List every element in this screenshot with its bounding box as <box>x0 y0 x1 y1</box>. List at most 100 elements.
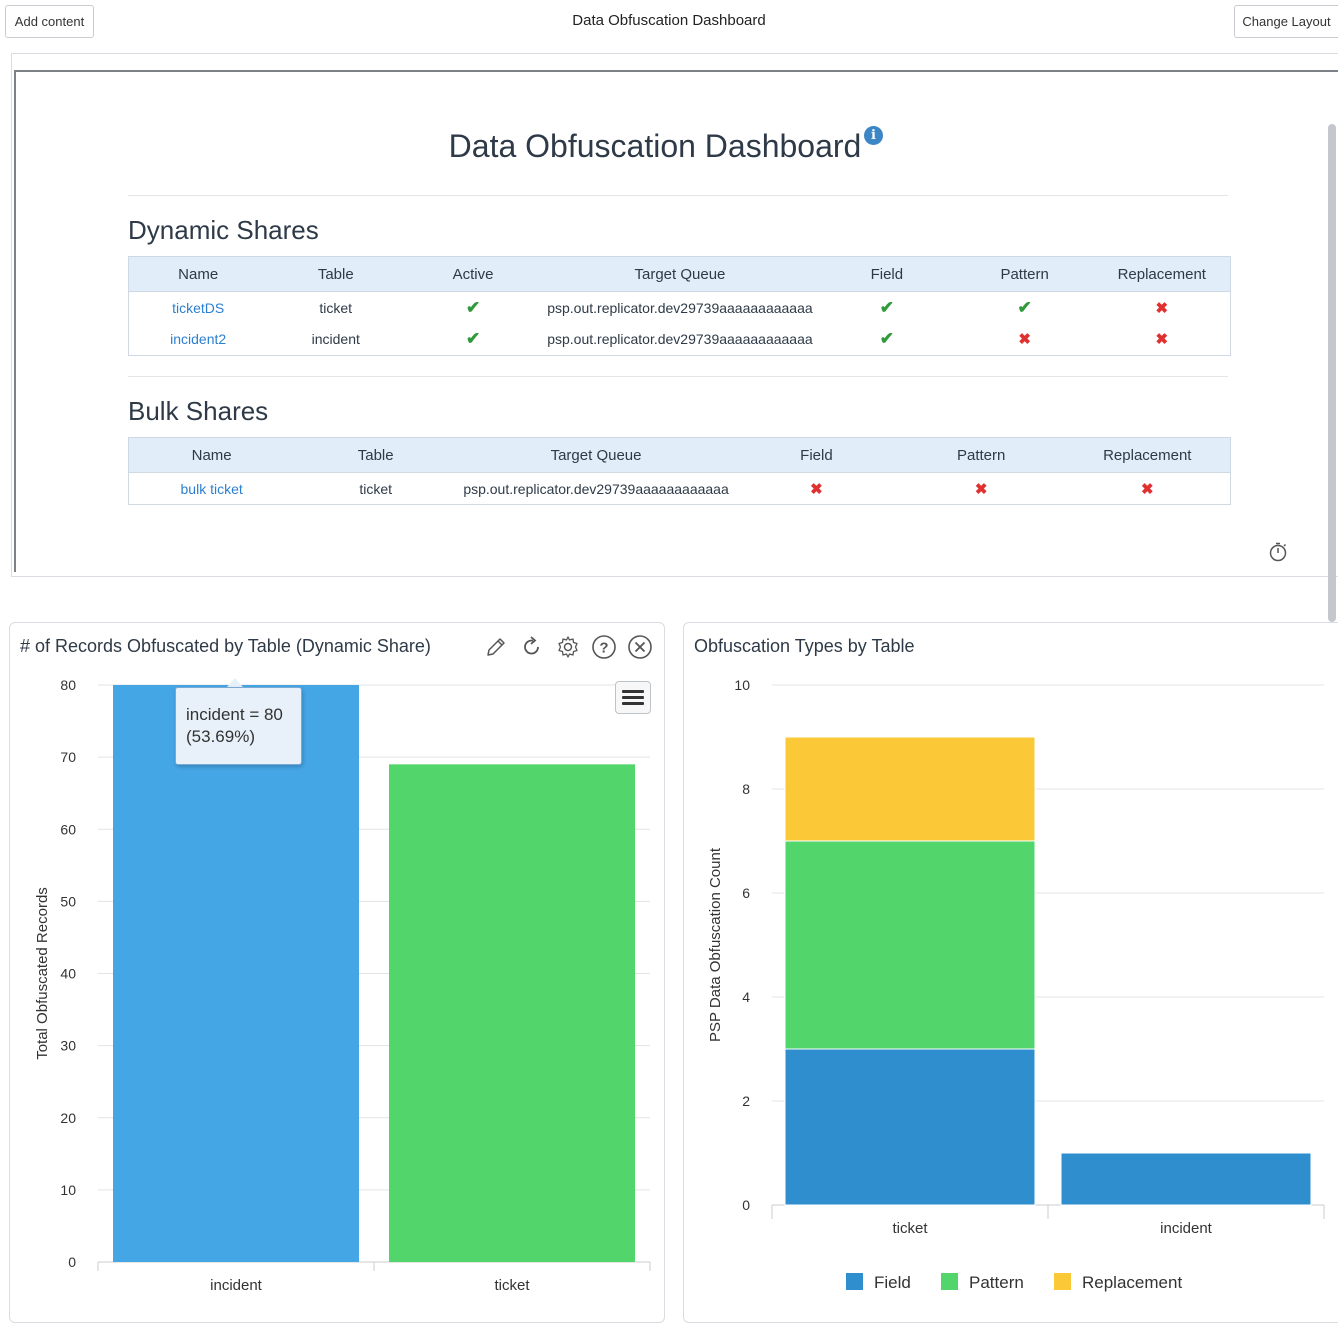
y-axis-label: PSP Data Obfuscation Count <box>707 847 724 1042</box>
table-row: bulk ticket ticket psp.out.replicator.dev2… <box>129 473 1231 505</box>
dynamic-shares-heading: Dynamic Shares <box>128 215 319 245</box>
col-header-field[interactable]: Field <box>817 256 956 292</box>
field-cell: ✖ <box>735 473 898 505</box>
change-layout-button[interactable]: Change Layout <box>1234 5 1338 38</box>
target-queue-cell: psp.out.replicator.dev29739aaaaaaaaaaaa <box>547 299 813 316</box>
tooltip-percent: (53.69%) <box>186 727 255 746</box>
check-icon: ✔ <box>465 297 481 317</box>
y-tick-label: 10 <box>734 677 750 693</box>
active-cell: ✔ <box>404 292 542 324</box>
col-header-table[interactable]: Table <box>294 437 458 473</box>
records-bar-chart: 0 10 20 30 40 50 60 70 80 incident ticket Total Obf… <box>34 677 651 1294</box>
field-cell: ✔ <box>818 292 956 324</box>
table-cell: ticket <box>319 299 353 316</box>
bar-segment-pattern <box>784 840 1036 1050</box>
chart-tooltip: incident = 80 (53.69%) <box>175 687 302 765</box>
divider <box>128 376 1228 377</box>
obfuscation-types-stacked-chart: 0 2 4 6 8 10 ticket incident PSP Data Obfuscatio… <box>707 677 1325 1292</box>
cross-icon: ✖ <box>1141 480 1154 498</box>
replacement-cell: ✖ <box>1094 324 1231 356</box>
col-header-name[interactable]: Name <box>128 437 295 473</box>
legend-swatch-pattern <box>941 1273 958 1290</box>
target-queue-cell: psp.out.replicator.dev29739aaaaaaaaaaaa <box>547 331 813 348</box>
obfuscation-types-panel: 0 2 4 6 8 10 ticket incident PSP Data Obfuscatio… <box>683 622 1338 1323</box>
field-cell: ✔ <box>818 324 956 356</box>
pattern-cell: ✖ <box>956 324 1094 356</box>
stopwatch-icon[interactable] <box>1267 541 1289 568</box>
gear-icon[interactable] <box>554 633 582 661</box>
dashboard-heading: Data Obfuscation Dashboard <box>448 128 862 164</box>
pattern-cell: ✖ <box>898 473 1065 505</box>
cross-icon: ✖ <box>810 480 823 498</box>
cross-icon: ✖ <box>1155 331 1169 349</box>
table-row: ticketDS ticket ✔ psp.out.replicator.dev297… <box>129 292 1231 324</box>
refresh-icon[interactable] <box>518 633 546 661</box>
table-cell: incident <box>311 331 360 348</box>
col-header-target-queue[interactable]: Target Queue <box>541 256 818 292</box>
bar-segment-field <box>784 1048 1036 1206</box>
legend-label: Field <box>874 1273 911 1292</box>
check-icon: ✔ <box>879 297 894 317</box>
x-tick-label: ticket <box>892 1220 928 1237</box>
col-header-active[interactable]: Active <box>404 256 542 292</box>
dynamic-shares-table: Name Table Active Target Queue Field Pat… <box>128 256 1231 356</box>
col-header-replacement[interactable]: Replacement <box>1093 256 1231 292</box>
bulk-shares-table: Name Table Target Queue Field Pattern Re… <box>128 437 1231 505</box>
close-icon[interactable] <box>626 633 654 661</box>
col-header-target-queue[interactable]: Target Queue <box>457 437 736 473</box>
svg-text:?: ? <box>599 640 608 657</box>
x-tick-label: incident <box>1160 1220 1213 1237</box>
y-tick-label: 80 <box>60 677 76 693</box>
help-icon[interactable]: ? <box>590 633 618 661</box>
bar-segment-field <box>1060 1152 1312 1206</box>
y-tick-label: 70 <box>60 749 76 765</box>
pattern-cell: ✔ <box>956 292 1094 324</box>
col-header-field[interactable]: Field <box>735 437 898 473</box>
edit-icon[interactable] <box>482 633 510 661</box>
cross-icon: ✖ <box>974 480 988 498</box>
y-tick-label: 30 <box>60 1038 76 1054</box>
chart-menu-button[interactable] <box>615 681 651 714</box>
vertical-scrollbar[interactable] <box>1328 124 1336 622</box>
bar-segment-replacement <box>784 736 1036 842</box>
legend-label: Pattern <box>969 1273 1024 1292</box>
tooltip-value: incident = 80 <box>186 705 283 724</box>
col-header-name[interactable]: Name <box>128 256 268 292</box>
panel-title: # of Records Obfuscated by Table (Dynami… <box>20 636 431 656</box>
bulk-shares-heading: Bulk Shares <box>128 396 269 426</box>
legend-swatch-replacement <box>1054 1273 1071 1290</box>
check-icon: ✔ <box>465 329 481 349</box>
legend-label: Replacement <box>1082 1273 1182 1292</box>
table-header-row: Name Table Target Queue Field Pattern Re… <box>128 437 1231 473</box>
x-tick-label: incident <box>210 1277 263 1294</box>
col-header-replacement[interactable]: Replacement <box>1064 437 1231 473</box>
target-queue-cell: psp.out.replicator.dev29739aaaaaaaaaaaa <box>463 480 729 497</box>
replacement-cell: ✖ <box>1065 473 1231 505</box>
table-row: incident2 incident ✔ psp.out.replicator.dev… <box>129 324 1231 356</box>
panel-toolbar: ? <box>482 633 654 661</box>
col-header-pattern[interactable]: Pattern <box>955 256 1094 292</box>
y-tick-label: 2 <box>742 1093 750 1109</box>
y-axis-label: Total Obfuscated Records <box>34 887 51 1060</box>
y-tick-label: 20 <box>60 1110 76 1126</box>
divider <box>128 195 1228 196</box>
y-tick-label: 60 <box>60 821 76 837</box>
active-cell: ✔ <box>404 324 542 356</box>
panel-title: Obfuscation Types by Table <box>694 636 915 656</box>
cross-icon: ✖ <box>1155 299 1169 317</box>
col-header-pattern[interactable]: Pattern <box>897 437 1065 473</box>
info-icon[interactable]: i <box>864 126 883 145</box>
page-title: Data Obfuscation Dashboard <box>572 12 766 29</box>
records-chart-panel: 0 10 20 30 40 50 60 70 80 incident ticket Total Obf… <box>9 622 665 1323</box>
replacement-cell: ✖ <box>1094 292 1231 324</box>
col-header-table[interactable]: Table <box>267 256 405 292</box>
y-tick-label: 8 <box>742 781 750 797</box>
y-tick-label: 50 <box>60 893 76 909</box>
share-name-link[interactable]: bulk ticket <box>129 473 295 505</box>
share-name-link[interactable]: ticketDS <box>129 292 268 324</box>
bar-incident <box>113 685 359 1262</box>
x-tick-label: ticket <box>494 1277 530 1294</box>
bar-ticket <box>389 764 635 1262</box>
share-name-link[interactable]: incident2 <box>129 324 268 356</box>
cross-icon: ✖ <box>1018 331 1031 349</box>
